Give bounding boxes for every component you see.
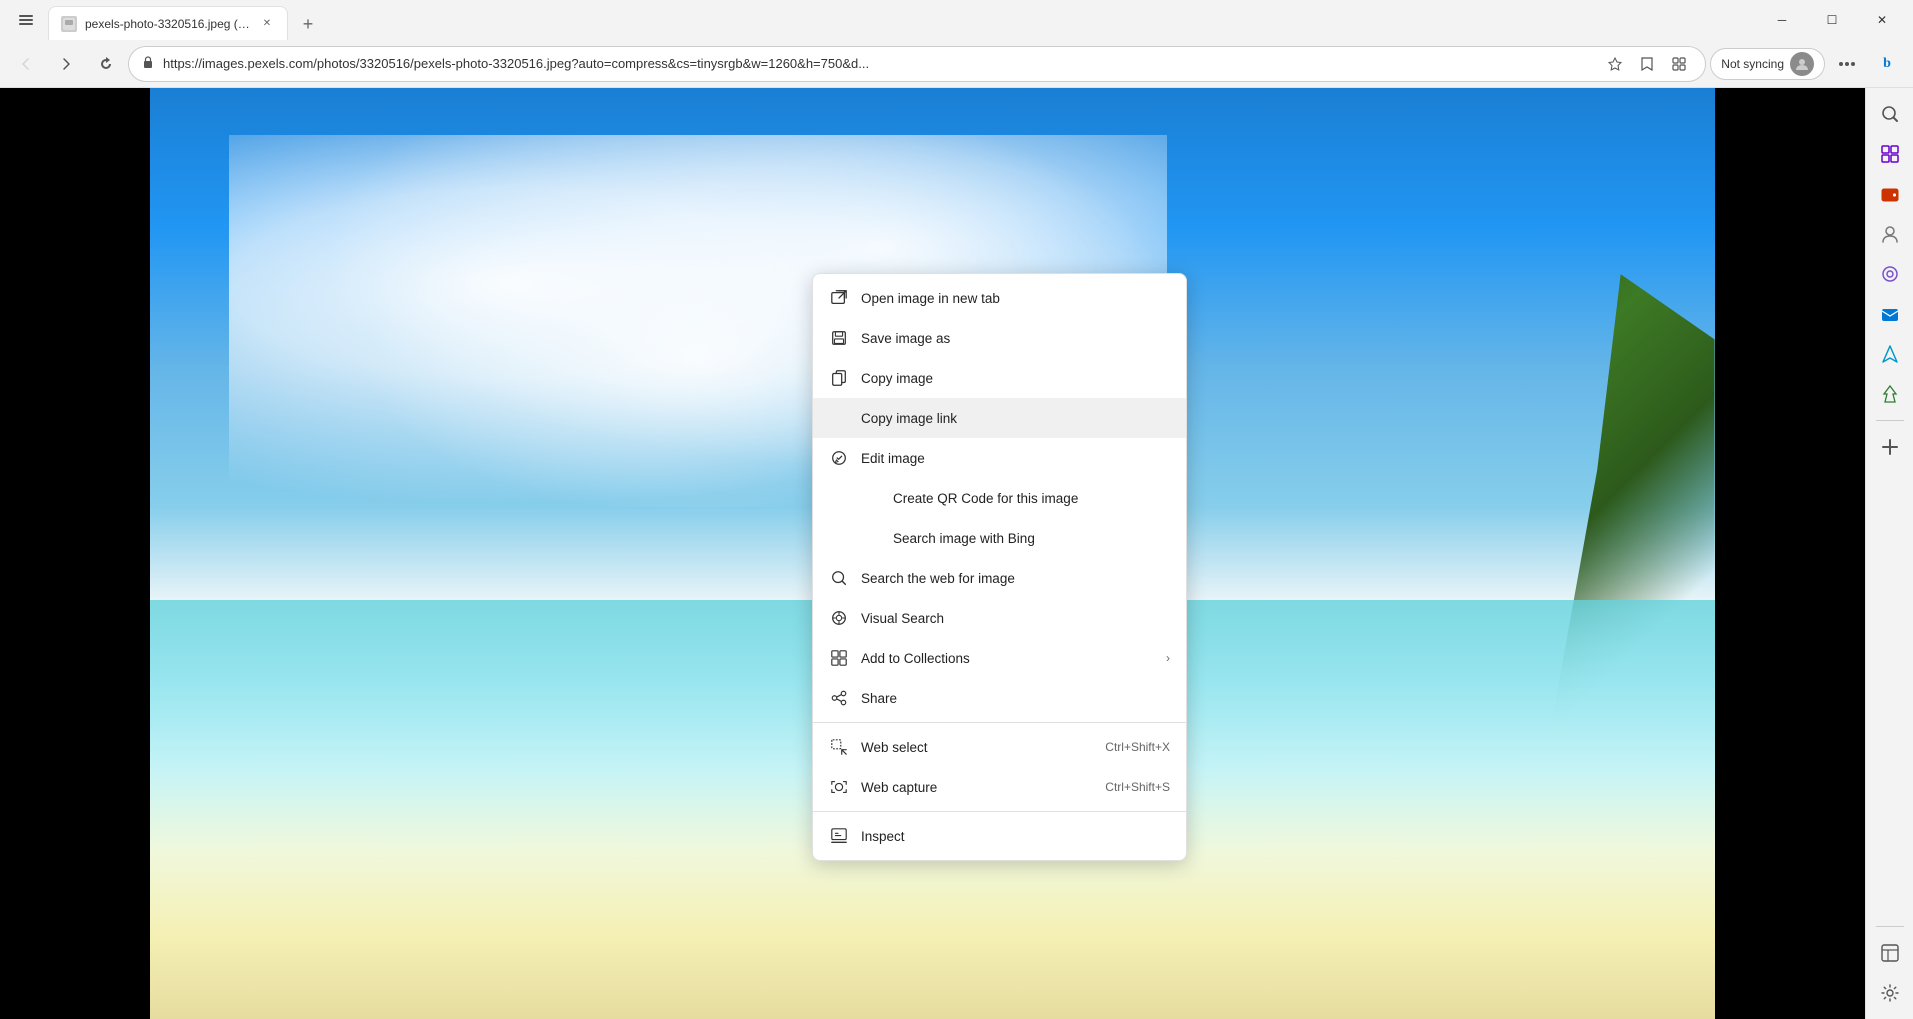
bing-search-placeholder-icon — [829, 528, 849, 548]
more-options-button[interactable] — [1829, 46, 1865, 82]
menu-item-web-select[interactable]: Web select Ctrl+Shift+X — [813, 727, 1186, 767]
sidebar-search-icon[interactable] — [1872, 96, 1908, 132]
share-icon — [829, 688, 849, 708]
menu-item-open-new-tab[interactable]: Open image in new tab — [813, 278, 1186, 318]
menu-item-copy-image-label: Copy image — [861, 371, 1170, 386]
qr-placeholder-icon — [829, 488, 849, 508]
menu-item-add-collections-label: Add to Collections — [861, 651, 1154, 666]
not-syncing-button[interactable]: Not syncing — [1710, 48, 1825, 80]
tab-close-button[interactable]: ✕ — [259, 16, 275, 32]
web-select-icon — [829, 737, 849, 757]
refresh-button[interactable] — [88, 46, 124, 82]
menu-item-inspect[interactable]: Inspect — [813, 816, 1186, 856]
sidebar-profile-icon[interactable] — [1872, 216, 1908, 252]
menu-item-visual-search[interactable]: Visual Search — [813, 598, 1186, 638]
favorites-icon[interactable] — [1633, 50, 1661, 78]
sidebar-settings-icon[interactable] — [1872, 975, 1908, 1011]
maximize-button[interactable]: ☐ — [1809, 4, 1855, 36]
tab-title: pexels-photo-3320516.jpeg (225... — [85, 17, 251, 31]
menu-item-save-image-label: Save image as — [861, 331, 1170, 346]
active-tab[interactable]: pexels-photo-3320516.jpeg (225... ✕ — [48, 6, 288, 40]
sidebar-tree-icon[interactable] — [1872, 376, 1908, 412]
forward-button[interactable] — [48, 46, 84, 82]
menu-item-share-label: Share — [861, 691, 1170, 706]
menu-item-open-new-tab-label: Open image in new tab — [861, 291, 1170, 306]
palm-trees — [1480, 274, 1715, 926]
page-content: Open image in new tab Save image as — [0, 88, 1865, 1019]
sidebar-send-icon[interactable] — [1872, 336, 1908, 372]
close-button[interactable]: ✕ — [1859, 4, 1905, 36]
sidebar-toggle-button[interactable] — [8, 2, 44, 38]
menu-item-copy-image-link[interactable]: Copy image link — [813, 398, 1186, 438]
menu-item-share[interactable]: Share — [813, 678, 1186, 718]
web-capture-icon — [829, 777, 849, 797]
collections-arrow-icon: › — [1166, 651, 1170, 665]
web-capture-shortcut: Ctrl+Shift+S — [1105, 780, 1170, 794]
profile-avatar — [1790, 52, 1814, 76]
sidebar-layout-icon[interactable] — [1872, 935, 1908, 971]
collections-icon — [829, 648, 849, 668]
window-controls: ─ ☐ ✕ — [1759, 4, 1905, 36]
menu-item-create-qr-label: Create QR Code for this image — [861, 491, 1170, 506]
search-web-icon — [829, 568, 849, 588]
context-menu: Open image in new tab Save image as — [812, 273, 1187, 861]
minimize-button[interactable]: ─ — [1759, 4, 1805, 36]
address-actions — [1601, 50, 1693, 78]
tab-strip: pexels-photo-3320516.jpeg (225... ✕ + — [48, 0, 1755, 40]
add-to-favorites-icon[interactable] — [1601, 50, 1629, 78]
browser-window: pexels-photo-3320516.jpeg (225... ✕ + ─ … — [0, 0, 1913, 1019]
content-area: Open image in new tab Save image as — [0, 88, 1913, 1019]
menu-item-edit-image-label: Edit image — [861, 451, 1170, 466]
visual-search-icon — [829, 608, 849, 628]
title-bar: pexels-photo-3320516.jpeg (225... ✕ + ─ … — [0, 0, 1913, 40]
menu-item-copy-image-link-label: Copy image link — [861, 411, 1170, 426]
sidebar-outlook-icon[interactable] — [1872, 296, 1908, 332]
edit-icon — [829, 448, 849, 468]
save-icon — [829, 328, 849, 348]
menu-separator-2 — [813, 811, 1186, 812]
sidebar-collections-icon[interactable] — [1872, 136, 1908, 172]
right-sidebar — [1865, 88, 1913, 1019]
not-syncing-label: Not syncing — [1721, 57, 1784, 71]
copy-icon — [829, 368, 849, 388]
menu-item-web-capture-label: Web capture — [861, 780, 1093, 795]
menu-item-add-collections[interactable]: Add to Collections › — [813, 638, 1186, 678]
menu-item-create-qr[interactable]: Create QR Code for this image — [813, 478, 1186, 518]
menu-item-search-bing[interactable]: Search image with Bing — [813, 518, 1186, 558]
menu-item-search-web[interactable]: Search the web for image — [813, 558, 1186, 598]
menu-item-web-select-label: Web select — [861, 740, 1093, 755]
menu-item-inspect-label: Inspect — [861, 829, 1170, 844]
address-bar[interactable]: https://images.pexels.com/photos/3320516… — [128, 46, 1706, 82]
toolbar: https://images.pexels.com/photos/3320516… — [0, 40, 1913, 88]
toolbar-right: Not syncing b — [1710, 46, 1905, 82]
menu-separator-1 — [813, 722, 1186, 723]
tab-favicon — [61, 16, 77, 32]
sidebar-wallet-icon[interactable] — [1872, 176, 1908, 212]
menu-item-search-web-label: Search the web for image — [861, 571, 1170, 586]
new-tab-button[interactable]: + — [292, 8, 324, 40]
security-lock-icon — [141, 55, 155, 72]
sidebar-add-icon[interactable] — [1872, 429, 1908, 465]
open-new-tab-icon — [829, 288, 849, 308]
inspect-icon — [829, 826, 849, 846]
sidebar-divider — [1876, 420, 1904, 421]
menu-item-search-bing-label: Search image with Bing — [861, 531, 1170, 546]
collections-address-icon[interactable] — [1665, 50, 1693, 78]
sidebar-extensions-icon[interactable] — [1872, 256, 1908, 292]
menu-item-save-image[interactable]: Save image as — [813, 318, 1186, 358]
menu-item-edit-image[interactable]: Edit image — [813, 438, 1186, 478]
web-select-shortcut: Ctrl+Shift+X — [1105, 740, 1170, 754]
menu-item-copy-image[interactable]: Copy image — [813, 358, 1186, 398]
url-text: https://images.pexels.com/photos/3320516… — [163, 56, 1593, 71]
menu-item-visual-search-label: Visual Search — [861, 611, 1170, 626]
back-button[interactable] — [8, 46, 44, 82]
copy-image-link-icon — [829, 408, 849, 428]
sidebar-divider-2 — [1876, 926, 1904, 927]
bing-button[interactable]: b — [1869, 46, 1905, 82]
menu-item-web-capture[interactable]: Web capture Ctrl+Shift+S — [813, 767, 1186, 807]
